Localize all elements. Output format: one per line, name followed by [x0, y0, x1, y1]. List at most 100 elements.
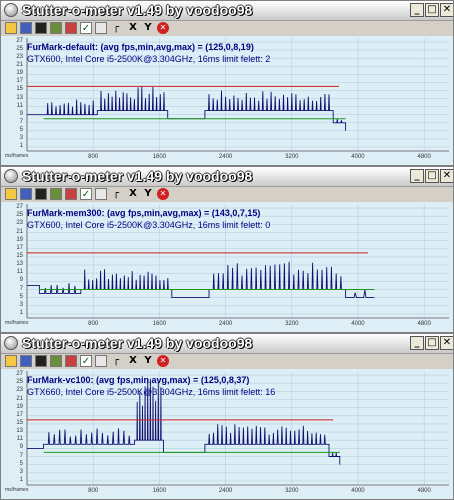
y-axis-button[interactable]: Y [142, 188, 154, 200]
x-tick-label: 800 [88, 154, 99, 160]
save-icon[interactable] [20, 188, 32, 200]
y-tick-label: 23 [16, 220, 23, 227]
system-info: GTX600, Intel Core i5-2500K@3.304GHz, 16… [27, 220, 271, 230]
stop-icon[interactable]: ✕ [157, 355, 169, 367]
title-bar[interactable]: Stutter-o-meter v1.49 by voodoo98 _ □ ✕ [1, 167, 453, 187]
y-tick-label: 13 [16, 261, 23, 268]
window-title: Stutter-o-meter v1.49 by voodoo98 [22, 168, 253, 184]
stop-icon[interactable]: ✕ [157, 188, 169, 200]
minimize-button[interactable]: _ [410, 336, 424, 350]
x-tick-label: 4800 [417, 154, 431, 160]
frametime-series [27, 86, 347, 131]
save-icon[interactable] [20, 22, 32, 34]
checkbox-icon[interactable]: ✓ [80, 22, 92, 34]
y-tick-label: 1 [19, 142, 23, 149]
y-tick-label: 23 [16, 387, 23, 394]
unit-label: ms/frames [5, 153, 29, 159]
y-tick-label: 3 [19, 134, 23, 141]
y-tick-label: 1 [19, 309, 23, 316]
x-tick-label: 4800 [417, 488, 431, 494]
document-icon[interactable] [95, 188, 107, 200]
x-tick-label: 3200 [285, 321, 299, 327]
y-tick-label: 23 [16, 54, 23, 61]
window-title: Stutter-o-meter v1.49 by voodoo98 [22, 335, 253, 351]
y-tick-label: 11 [16, 269, 23, 276]
window-title: Stutter-o-meter v1.49 by voodoo98 [22, 2, 253, 18]
y-tick-label: 9 [19, 277, 23, 284]
x-tick-label: 4000 [351, 154, 365, 160]
checkbox-icon[interactable]: ✓ [80, 355, 92, 367]
maximize-button[interactable]: □ [425, 169, 439, 183]
record-icon[interactable] [35, 355, 47, 367]
record-icon[interactable] [35, 22, 47, 34]
y-tick-label: 21 [16, 395, 23, 402]
chart-area[interactable]: 27 25 23 21 19 17 15 13 11 9 7 5 3 1 800 1600 2400 3200 40… [1, 202, 453, 332]
image-icon[interactable] [50, 188, 62, 200]
document-icon[interactable] [95, 22, 107, 34]
x-tick-label: 1600 [152, 154, 167, 160]
y-tick-label: 25 [16, 46, 23, 53]
axis-icon[interactable]: ┌ [110, 355, 122, 367]
x-tick-label: 4000 [351, 488, 365, 494]
open-folder-icon[interactable] [5, 188, 17, 200]
chart-icon[interactable] [65, 355, 77, 367]
chart-area[interactable]: 27 25 23 21 19 17 15 13 11 9 7 5 3 1 800 1600 2400 3200 40… [1, 369, 453, 499]
x-tick-label: 1600 [152, 321, 167, 327]
y-axis-button[interactable]: Y [142, 22, 154, 34]
y-tick-label: 11 [16, 436, 23, 443]
app-icon [4, 169, 18, 183]
y-tick-label: 3 [19, 301, 23, 308]
x-axis-button[interactable]: X [127, 355, 139, 367]
x-tick-label: 2400 [218, 154, 233, 160]
y-axis-button[interactable]: Y [142, 355, 154, 367]
y-tick-label: 25 [16, 379, 23, 386]
x-axis-button[interactable]: X [127, 188, 139, 200]
close-button[interactable]: ✕ [440, 336, 453, 350]
stutter-meter-window: Stutter-o-meter v1.49 by voodoo98 _ □ ✕ ✓ ┌ X Y… [0, 333, 454, 500]
frametime-series [27, 261, 375, 299]
y-tick-label: 21 [16, 228, 23, 235]
save-icon[interactable] [20, 355, 32, 367]
stutter-meter-window: Stutter-o-meter v1.49 by voodoo98 _ □ ✕ ✓ ┌ X Y… [0, 166, 454, 333]
close-button[interactable]: ✕ [440, 3, 453, 17]
y-tick-label: 15 [16, 86, 23, 93]
y-tick-label: 19 [16, 70, 23, 77]
chart-icon[interactable] [65, 22, 77, 34]
x-tick-label: 3200 [285, 154, 299, 160]
y-tick-label: 19 [16, 403, 23, 410]
unit-label: ms/frames [5, 320, 29, 326]
y-tick-label: 27 [16, 38, 23, 45]
open-folder-icon[interactable] [5, 355, 17, 367]
minimize-button[interactable]: _ [410, 3, 424, 17]
open-folder-icon[interactable] [5, 22, 17, 34]
minimize-button[interactable]: _ [410, 169, 424, 183]
x-tick-label: 4800 [417, 321, 431, 327]
unit-label: ms/frames [5, 487, 29, 493]
stop-icon[interactable]: ✕ [157, 22, 169, 34]
document-icon[interactable] [95, 355, 107, 367]
y-tick-label: 3 [19, 468, 23, 475]
image-icon[interactable] [50, 355, 62, 367]
axis-icon[interactable]: ┌ [110, 22, 122, 34]
axis-icon[interactable]: ┌ [110, 188, 122, 200]
maximize-button[interactable]: □ [425, 336, 439, 350]
y-tick-label: 7 [19, 452, 23, 459]
y-tick-label: 25 [16, 212, 23, 219]
chart-icon[interactable] [65, 188, 77, 200]
x-tick-label: 4000 [351, 321, 365, 327]
title-bar[interactable]: Stutter-o-meter v1.49 by voodoo98 _ □ ✕ [1, 1, 453, 21]
record-icon[interactable] [35, 188, 47, 200]
checkbox-icon[interactable]: ✓ [80, 188, 92, 200]
y-tick-label: 15 [16, 252, 23, 259]
y-tick-label: 27 [16, 204, 23, 211]
x-tick-label: 800 [88, 488, 99, 494]
x-axis-button[interactable]: X [127, 22, 139, 34]
close-button[interactable]: ✕ [440, 169, 453, 183]
x-tick-label: 2400 [218, 488, 233, 494]
maximize-button[interactable]: □ [425, 3, 439, 17]
image-icon[interactable] [50, 22, 62, 34]
chart-area[interactable]: 27 25 23 21 19 17 15 13 11 9 7 5 3 1 800 1600 2400 3200 40… [1, 36, 453, 165]
y-tick-label: 19 [16, 236, 23, 243]
title-bar[interactable]: Stutter-o-meter v1.49 by voodoo98 _ □ ✕ [1, 334, 453, 354]
y-tick-label: 5 [19, 460, 23, 467]
